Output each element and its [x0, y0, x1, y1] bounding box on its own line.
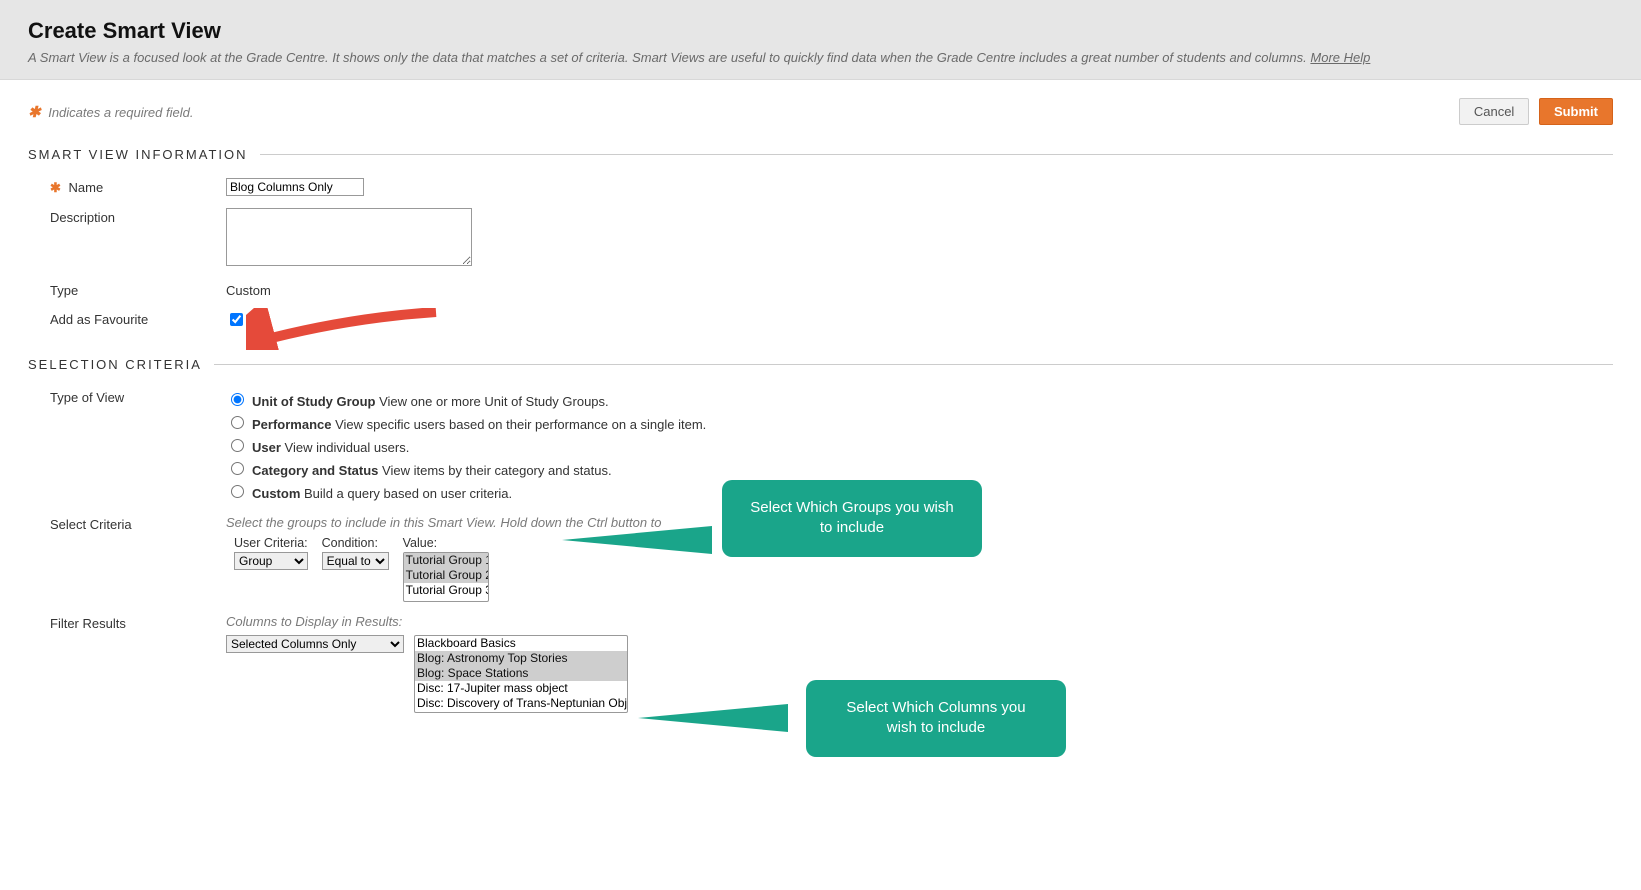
- required-note: ✱ Indicates a required field.: [28, 103, 193, 121]
- value-label: Value:: [403, 536, 489, 550]
- radio-input-custom[interactable]: [231, 485, 244, 498]
- radio-input-category[interactable]: [231, 462, 244, 475]
- top-bar: ✱ Indicates a required field. Cancel Sub…: [28, 98, 1613, 125]
- asterisk-icon: ✱: [50, 180, 61, 195]
- condition-label: Condition:: [322, 536, 389, 550]
- divider: [214, 364, 1613, 365]
- radio-desc: Build a query based on user criteria.: [304, 486, 512, 501]
- type-value: Custom: [226, 281, 271, 298]
- callout-text: Select Which Columns you wish to include: [846, 699, 1025, 736]
- radio-name: Custom: [252, 486, 300, 501]
- radio-desc: View specific users based on their perfo…: [335, 417, 706, 432]
- filter-hint: Columns to Display in Results:: [226, 614, 628, 629]
- user-criteria-select[interactable]: Group: [234, 552, 308, 570]
- radio-input-performance[interactable]: [231, 416, 244, 429]
- name-input[interactable]: [226, 178, 364, 196]
- radio-desc: View items by their category and status.: [382, 463, 612, 478]
- filter-columns-select[interactable]: Blackboard Basics Blog: Astronomy Top St…: [414, 635, 628, 713]
- user-criteria-label: User Criteria:: [234, 536, 308, 550]
- description-input[interactable]: [226, 208, 472, 266]
- action-buttons: Cancel Submit: [1459, 98, 1613, 125]
- page-description: A Smart View is a focused look at the Gr…: [28, 50, 1613, 65]
- required-text: Indicates a required field.: [48, 105, 193, 120]
- radio-input-user[interactable]: [231, 439, 244, 452]
- callout-text: Select Which Groups you wish to include: [750, 499, 953, 536]
- name-label-text: Name: [69, 180, 104, 195]
- row-type: Type Custom: [28, 275, 1613, 304]
- name-label: ✱ Name: [50, 178, 226, 196]
- condition-select[interactable]: Equal to: [322, 552, 389, 570]
- radio-name: Category and Status: [252, 463, 378, 478]
- radio-user: User View individual users.: [226, 434, 706, 457]
- select-criteria-label: Select Criteria: [50, 515, 226, 602]
- page-desc-text: A Smart View is a focused look at the Gr…: [28, 50, 1307, 65]
- radio-performance: Performance View specific users based on…: [226, 411, 706, 434]
- radio-desc: View individual users.: [285, 440, 410, 455]
- radio-unit-of-study-group: Unit of Study Group View one or more Uni…: [226, 388, 706, 411]
- radio-name: Performance: [252, 417, 331, 432]
- value-groups-select[interactable]: Tutorial Group 1 Tutorial Group 2 Tutori…: [403, 552, 489, 602]
- radio-category-status: Category and Status View items by their …: [226, 457, 706, 480]
- more-help-link[interactable]: More Help: [1310, 50, 1370, 65]
- row-name: ✱ Name: [28, 172, 1613, 202]
- view-type-options: Unit of Study Group View one or more Uni…: [226, 388, 706, 503]
- filter-results-label: Filter Results: [50, 614, 226, 713]
- radio-name: Unit of Study Group: [252, 394, 375, 409]
- favourite-checkbox[interactable]: [230, 313, 243, 326]
- header: Create Smart View A Smart View is a focu…: [0, 0, 1641, 80]
- radio-input-unit[interactable]: [231, 393, 244, 406]
- callout-tail-icon: [638, 704, 788, 732]
- type-label: Type: [50, 281, 226, 298]
- section-criteria-label: SELECTION CRITERIA: [28, 357, 202, 372]
- row-favourite: Add as Favourite: [28, 304, 1613, 335]
- callout-groups: Select Which Groups you wish to include: [722, 480, 982, 557]
- section-info-heading: SMART VIEW INFORMATION: [28, 147, 1613, 162]
- filter-mode-select[interactable]: Selected Columns Only: [226, 635, 404, 653]
- favourite-label: Add as Favourite: [50, 310, 226, 329]
- asterisk-icon: ✱: [28, 104, 41, 121]
- cancel-button[interactable]: Cancel: [1459, 98, 1529, 125]
- callout-tail-icon: [562, 526, 712, 554]
- description-label: Description: [50, 208, 226, 269]
- radio-custom: Custom Build a query based on user crite…: [226, 480, 706, 503]
- section-criteria-heading: SELECTION CRITERIA: [28, 357, 1613, 372]
- page-title: Create Smart View: [28, 18, 1613, 44]
- callout-columns: Select Which Columns you wish to include: [806, 680, 1066, 757]
- submit-button[interactable]: Submit: [1539, 98, 1613, 125]
- section-info-label: SMART VIEW INFORMATION: [28, 147, 248, 162]
- row-description: Description: [28, 202, 1613, 275]
- radio-name: User: [252, 440, 281, 455]
- radio-desc: View one or more Unit of Study Groups.: [379, 394, 609, 409]
- view-type-label: Type of View: [50, 388, 226, 503]
- divider: [260, 154, 1613, 155]
